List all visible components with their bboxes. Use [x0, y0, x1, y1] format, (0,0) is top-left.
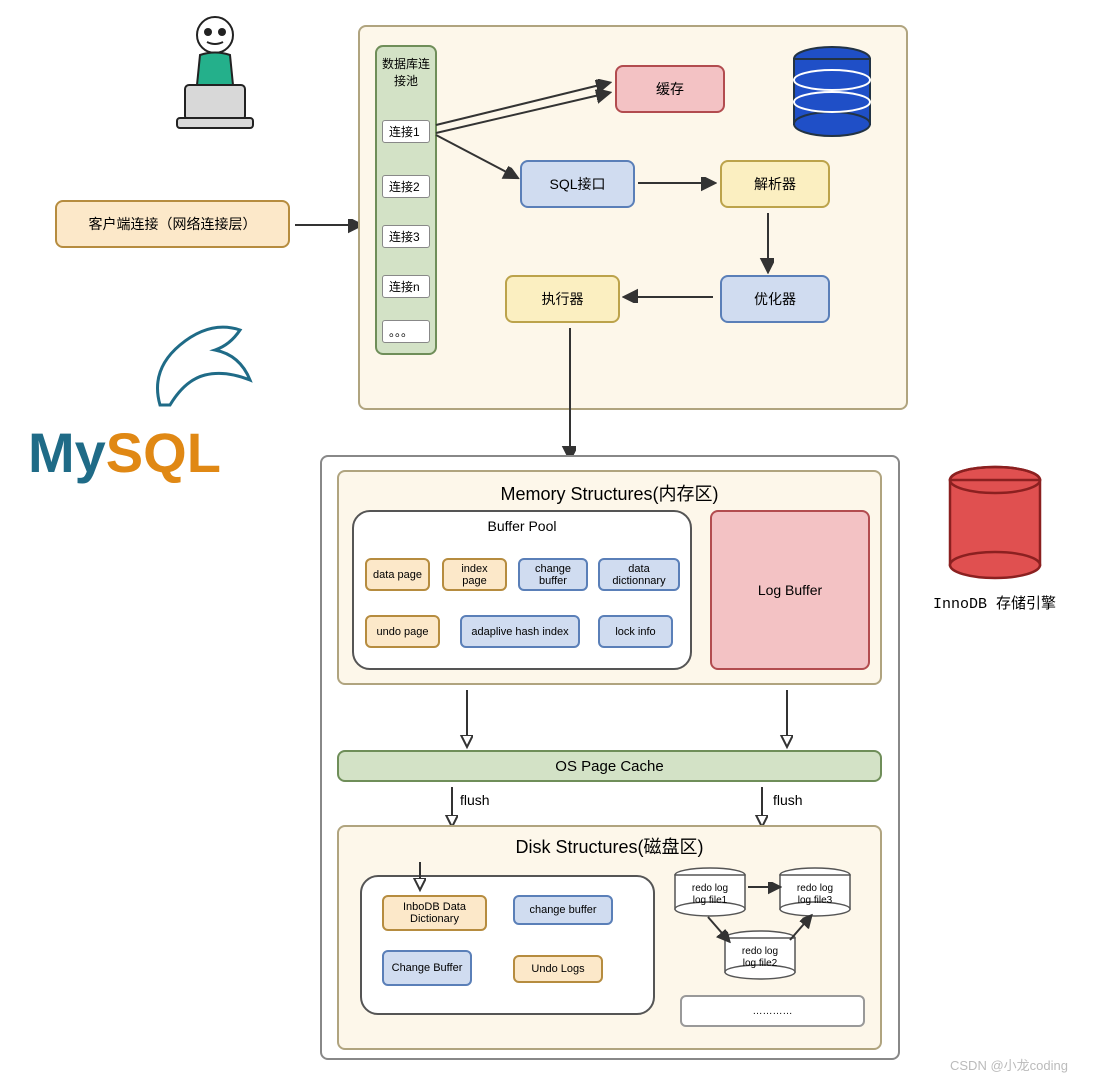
- redo-log-arrows: [670, 865, 860, 985]
- bp-data-page: data page: [365, 558, 430, 591]
- dots-box: …………: [680, 995, 865, 1027]
- top-panel-arrows: [358, 25, 908, 410]
- client-connection-label: 客户端连接（网络连接层）: [89, 214, 257, 234]
- mysql-logo: MySQL: [28, 420, 221, 485]
- bp-index-page: index page: [442, 558, 507, 591]
- bp-data-dict: data dictionnary: [598, 558, 680, 591]
- client-connection-box: 客户端连接（网络连接层）: [55, 200, 290, 248]
- dots-label: …………: [753, 1006, 793, 1017]
- bp-undo-page: undo page: [365, 615, 440, 648]
- disk-data-dict: InboDB Data Dictionary: [382, 895, 487, 931]
- buffer-pool-title: Buffer Pool: [487, 518, 556, 534]
- disk-structures-title: Disk Structures(磁盘区): [515, 833, 703, 859]
- arrow-executor-to-memory: [555, 323, 595, 468]
- mysql-my: My: [28, 421, 106, 484]
- log-buffer-box: Log Buffer: [710, 510, 870, 670]
- db-icon-red: [945, 465, 1045, 585]
- mysql-sql: SQL: [106, 421, 221, 484]
- disk-undo-logs: Undo Logs: [513, 955, 603, 983]
- dolphin-icon: [145, 310, 275, 420]
- bp-ahi: adaplive hash index: [460, 615, 580, 648]
- log-buffer-label: Log Buffer: [758, 582, 822, 598]
- arrows-mem-to-oscache: [337, 685, 882, 760]
- disk-change-buffer-1: change buffer: [513, 895, 613, 925]
- watermark: CSDN @小龙coding: [950, 1055, 1068, 1074]
- innodb-label: InnoDB 存储引擎: [933, 592, 1056, 613]
- memory-structures-title: Memory Structures(内存区): [500, 480, 718, 506]
- os-page-cache-label: OS Page Cache: [555, 758, 663, 775]
- bp-lock-info: lock info: [598, 615, 673, 648]
- arrow-into-disk-left: [400, 860, 460, 900]
- os-page-cache: OS Page Cache: [337, 750, 882, 782]
- person-icon: [155, 10, 275, 140]
- disk-change-buffer-2: Change Buffer: [382, 950, 472, 986]
- bp-change-buffer: change buffer: [518, 558, 588, 591]
